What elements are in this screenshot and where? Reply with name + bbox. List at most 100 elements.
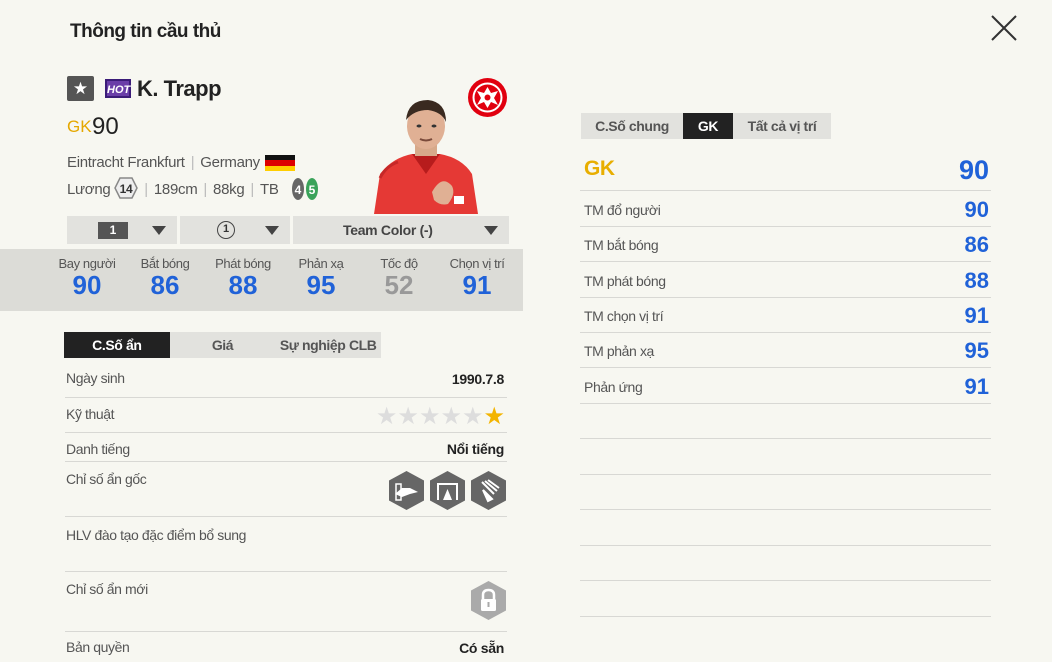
stat-row: TM đổ người 90 <box>580 191 991 227</box>
stat-handling: Bắt bóng 86 <box>126 256 204 300</box>
training-value: 1 <box>217 221 235 239</box>
stat-value: 52 <box>384 270 414 300</box>
player-overall: 90 <box>92 113 119 140</box>
salary-badge: 14 <box>114 177 139 199</box>
stat-label: Bắt bóng <box>140 256 190 271</box>
stat-row-label: TM phản xạ <box>584 343 654 359</box>
stat-row-value: 91 <box>964 374 989 399</box>
stat-positioning: Chọn vị trí 91 <box>438 256 516 300</box>
hidden-stats-row: Chỉ số ẩn gốc <box>65 462 507 517</box>
birth-value: 1990.7.8 <box>451 371 504 387</box>
stat-value: 86 <box>150 270 180 300</box>
fame-value: Nổi tiếng <box>446 441 504 457</box>
stat-row: TM phát bóng 88 <box>580 262 991 298</box>
club-name: Eintracht Frankfurt <box>67 154 185 171</box>
position-rating: 90 <box>958 155 989 185</box>
stat-reflexes: Phản xạ 95 <box>282 256 360 300</box>
star-icon: ★ <box>440 403 462 430</box>
main-stats-band: Bay người 90 Bắt bóng 86 Phát bóng 88 Ph… <box>0 249 523 311</box>
stat-row-label: TM đổ người <box>584 202 661 218</box>
stat-row-label: TM chọn vị trí <box>584 308 664 324</box>
star-icon: ★ <box>67 76 94 101</box>
player-name: K. Trapp <box>137 76 222 101</box>
fame-label: Danh tiếng <box>66 441 130 457</box>
stat-row-value: 95 <box>964 338 989 363</box>
germany-flag-icon <box>265 155 295 171</box>
level-value: 1 <box>98 222 128 239</box>
club-line: Eintracht Frankfurt | Germany <box>67 154 260 171</box>
star-icon: ★ <box>483 403 505 430</box>
club-logo-icon <box>468 78 507 117</box>
stat-value: 90 <box>72 270 102 300</box>
chevron-down-icon <box>152 226 166 235</box>
license-value: Có sẵn <box>459 640 504 656</box>
stat-row-label: TM bắt bóng <box>584 237 659 253</box>
tab-price[interactable]: Giá <box>170 332 276 358</box>
license-row: Bản quyền Có sẵn <box>65 632 507 662</box>
player-position: GK <box>67 117 92 136</box>
stat-value: 91 <box>462 270 492 300</box>
stat-label: Tốc độ <box>380 256 418 271</box>
new-hidden-row: Chỉ số ẩn mới <box>65 572 507 632</box>
skill-stars: ★★★★★★ <box>376 402 505 431</box>
hidden-stats-label: Chỉ số ẩn gốc <box>66 471 147 487</box>
star-icon: ★ <box>418 403 441 430</box>
birth-row: Ngày sinh 1990.7.8 <box>65 362 507 398</box>
stat-label: Phản xạ <box>298 256 344 271</box>
salary-label: Lương <box>67 180 111 198</box>
stat-speed: Tốc độ 52 <box>360 256 438 300</box>
fame-row: Danh tiếng Nổi tiếng <box>65 433 507 462</box>
hot-badge: HOT <box>105 79 131 98</box>
star-icon: ★ <box>461 403 484 430</box>
training-dropdown[interactable]: 1 <box>180 216 290 244</box>
goal-icon[interactable] <box>429 470 466 511</box>
coach-traits-label: HLV đào tạo đặc điểm bổ sung <box>66 527 247 543</box>
player-photo <box>374 100 478 214</box>
team-color-value: Team Color (-) <box>343 222 433 238</box>
rushes-out-icon[interactable] <box>388 470 425 511</box>
foot-rating-icon: 4 5 <box>292 178 318 200</box>
detail-tabs: C.Số ẩn Giá Sự nghiệp CLB <box>64 332 381 358</box>
chevron-down-icon <box>265 226 279 235</box>
empty-row <box>580 439 991 475</box>
stat-row: TM chọn vị trí 91 <box>580 297 991 333</box>
coach-traits-row: HLV đào tạo đặc điểm bổ sung <box>65 517 507 572</box>
stat-kicking: Phát bóng 88 <box>204 256 282 300</box>
chevron-down-icon <box>484 226 498 235</box>
close-icon[interactable] <box>988 12 1020 44</box>
tab-general-stats[interactable]: C.Số chung <box>581 113 683 139</box>
info-line: Lương 14 | 189cm | 88kg | TB <box>67 177 279 201</box>
height: 189cm <box>153 180 198 198</box>
svg-text:4: 4 <box>295 183 302 197</box>
empty-row <box>580 545 991 581</box>
position-label: GK <box>584 157 615 180</box>
tab-hidden-stats[interactable]: C.Số ẩn <box>64 332 170 358</box>
new-hidden-label: Chỉ số ẩn mới <box>66 581 148 597</box>
tab-all-positions[interactable]: Tất cả vị trí <box>733 113 831 139</box>
star-icon: ★ <box>397 403 419 430</box>
tab-gk[interactable]: GK <box>683 113 733 139</box>
stat-row-label: Phản ứng <box>584 379 643 395</box>
stat-value: 95 <box>306 270 336 300</box>
lock-icon[interactable] <box>470 580 507 621</box>
license-label: Bản quyền <box>66 639 130 655</box>
stat-row-value: 90 <box>964 197 989 222</box>
stat-row-value: 91 <box>964 303 989 328</box>
nation-name: Germany <box>200 154 260 171</box>
stat-row: TM bắt bóng 86 <box>580 226 991 262</box>
stat-row-value: 88 <box>964 268 989 293</box>
empty-row <box>580 403 991 439</box>
empty-row <box>580 581 991 617</box>
glove-icon[interactable] <box>470 470 507 511</box>
stat-label: Chọn vị trí <box>449 256 505 271</box>
skill-label: Kỹ thuật <box>66 406 115 422</box>
stat-row: TM phản xạ 95 <box>580 332 991 368</box>
weight: 88kg <box>213 180 245 198</box>
stat-label: Bay người <box>58 256 116 271</box>
stat-row: Phản ứng 91 <box>580 368 991 404</box>
tab-club-career[interactable]: Sự nghiệp CLB <box>275 332 381 358</box>
stat-label: Phát bóng <box>215 256 271 271</box>
level-dropdown[interactable]: 1 <box>67 216 177 244</box>
team-color-dropdown[interactable]: Team Color (-) <box>293 216 509 244</box>
star-icon: ★ <box>375 403 398 430</box>
